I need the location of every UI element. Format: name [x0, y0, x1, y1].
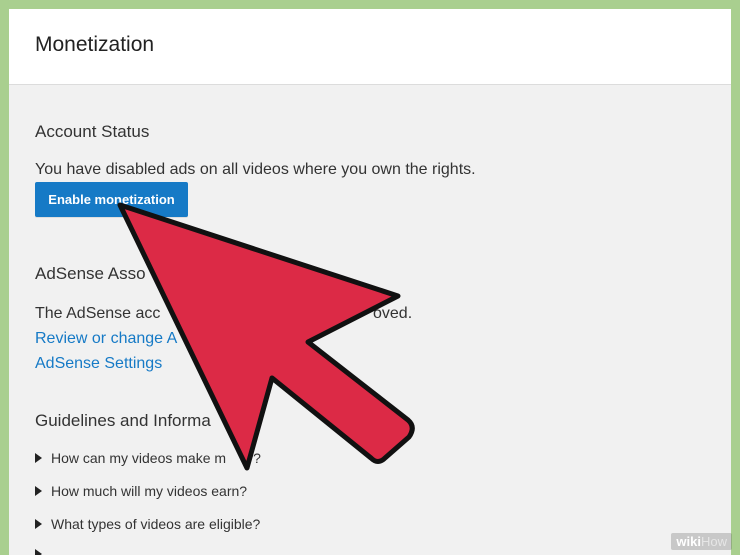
- page-frame: Monetization Account Status You have dis…: [9, 9, 731, 555]
- caret-right-icon: [35, 519, 42, 529]
- faq-item-label-tail: y?: [246, 450, 261, 466]
- adsense-settings-link[interactable]: AdSense Settings: [35, 355, 162, 373]
- page-header: Monetization: [9, 9, 731, 85]
- faq-item-label: How can my videos make m: [51, 450, 227, 466]
- main-content: Account Status You have disabled ads on …: [9, 85, 731, 555]
- adsense-message-start: The AdSense acc: [35, 305, 161, 322]
- faq-item-earnings[interactable]: How much will my videos earn?: [35, 483, 247, 499]
- faq-item-label: How much will my videos earn?: [51, 483, 248, 499]
- wikihow-watermark: wikiHow: [671, 533, 732, 550]
- account-status-message: You have disabled ads on all videos wher…: [35, 161, 476, 178]
- faq-item-partial: [35, 549, 51, 555]
- adsense-heading: AdSense Asso: [35, 264, 146, 283]
- page-title: Monetization: [35, 33, 155, 56]
- faq-item-label: What types of videos are eligible?: [51, 516, 261, 532]
- watermark-part1: wiki: [676, 534, 701, 549]
- caret-right-icon: [35, 486, 42, 496]
- review-adsense-link[interactable]: Review or change A: [35, 330, 177, 348]
- watermark-part2: How: [700, 534, 727, 549]
- caret-right-icon: [35, 453, 42, 463]
- enable-monetization-button[interactable]: Enable monetization: [35, 182, 188, 217]
- adsense-message-end: oved.: [373, 305, 413, 322]
- guidelines-heading: Guidelines and Informa: [35, 411, 211, 430]
- caret-right-icon: [35, 549, 42, 555]
- faq-item-make-money[interactable]: How can my videos make m y?: [35, 450, 261, 466]
- faq-item-eligible-types[interactable]: What types of videos are eligible?: [35, 516, 260, 532]
- account-status-heading: Account Status: [35, 122, 150, 141]
